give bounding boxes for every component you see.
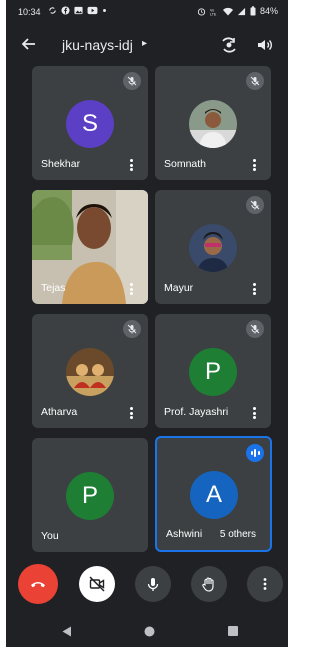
others-chip[interactable]: 5 others bbox=[211, 525, 264, 544]
mic-off-icon bbox=[246, 72, 264, 90]
more-options-button[interactable] bbox=[247, 566, 283, 602]
camera-toggle-button[interactable] bbox=[79, 566, 115, 602]
videocam-off-icon bbox=[89, 576, 105, 592]
avatar: P bbox=[189, 348, 237, 396]
phone-screen: 10:34 Vo LTE 84% jku-nays-idj ▸ S Shekhar bbox=[6, 0, 288, 647]
meeting-code[interactable]: jku-nays-idj bbox=[62, 37, 133, 53]
participant-name: Ashwini bbox=[166, 528, 203, 540]
more-vert-icon[interactable] bbox=[130, 283, 134, 295]
meeting-header: jku-nays-idj ▸ bbox=[6, 28, 288, 62]
avatar: P bbox=[66, 472, 114, 520]
participant-tile-shekhar[interactable]: S Shekhar bbox=[32, 66, 148, 180]
participant-name: You bbox=[41, 530, 59, 542]
more-vert-icon[interactable] bbox=[130, 407, 134, 419]
participant-tile-ashwini[interactable]: A Ashwini 5 others bbox=[155, 436, 272, 552]
wifi-icon bbox=[222, 7, 233, 15]
participant-tile-atharva[interactable]: Atharva bbox=[32, 314, 148, 428]
participant-name: Mayur bbox=[164, 282, 194, 294]
microphone-icon bbox=[147, 578, 159, 591]
avatar: S bbox=[66, 100, 114, 148]
participant-tile-tejas[interactable]: Tejas bbox=[32, 190, 148, 304]
sync-icon bbox=[49, 7, 56, 14]
avatar: A bbox=[190, 471, 238, 519]
end-call-button[interactable] bbox=[18, 564, 58, 604]
meeting-details-caret-icon[interactable]: ▸ bbox=[142, 38, 147, 49]
participant-tile-prof-jayashri[interactable]: P Prof. Jayashri bbox=[155, 314, 271, 428]
participant-name: Tejas bbox=[41, 282, 66, 294]
call-controls bbox=[6, 564, 288, 606]
raise-hand-icon bbox=[202, 577, 214, 592]
more-vert-icon[interactable] bbox=[253, 283, 257, 295]
status-bar: 10:34 Vo LTE 84% bbox=[6, 0, 288, 24]
nav-recents-icon[interactable] bbox=[228, 626, 238, 636]
nav-back-icon[interactable] bbox=[62, 626, 72, 637]
mic-off-icon bbox=[246, 196, 264, 214]
more-vert-icon bbox=[263, 578, 267, 590]
dot-icon bbox=[103, 9, 106, 12]
participant-name: Atharva bbox=[41, 406, 78, 418]
notification-icons bbox=[48, 6, 107, 15]
participant-tile-somnath[interactable]: Somnath bbox=[155, 66, 271, 180]
mic-off-icon bbox=[246, 320, 264, 338]
more-vert-icon[interactable] bbox=[253, 159, 257, 171]
mic-off-icon bbox=[123, 320, 141, 338]
gallery-icon bbox=[74, 6, 83, 15]
youtube-icon bbox=[87, 6, 98, 15]
system-icons: Vo LTE 84% bbox=[197, 6, 278, 16]
more-vert-icon[interactable] bbox=[253, 407, 257, 419]
raise-hand-button[interactable] bbox=[191, 566, 227, 602]
speaker-icon[interactable] bbox=[256, 36, 274, 54]
participant-tile-mayur[interactable]: Mayur bbox=[155, 190, 271, 304]
mic-off-icon bbox=[123, 72, 141, 90]
switch-camera-icon[interactable] bbox=[220, 36, 238, 54]
svg-text:LTE: LTE bbox=[210, 12, 217, 15]
participant-name: Shekhar bbox=[41, 158, 81, 170]
back-arrow-icon[interactable] bbox=[20, 36, 36, 52]
speaking-indicator-icon bbox=[246, 444, 264, 462]
signal-icon bbox=[237, 7, 246, 15]
more-vert-icon[interactable] bbox=[130, 159, 134, 171]
end-call-icon bbox=[31, 582, 45, 588]
participant-tile-you[interactable]: P You bbox=[32, 438, 148, 552]
facebook-icon bbox=[61, 6, 70, 15]
participant-name: Somnath bbox=[164, 158, 207, 170]
alarm-icon bbox=[197, 7, 206, 16]
avatar-photo bbox=[189, 100, 237, 148]
participant-name: Prof. Jayashri bbox=[164, 406, 229, 418]
status-time: 10:34 bbox=[18, 7, 41, 17]
avatar-photo bbox=[66, 348, 114, 396]
battery-icon bbox=[250, 6, 256, 16]
battery-level: 84% bbox=[259, 6, 278, 16]
nav-home-icon[interactable] bbox=[144, 626, 155, 637]
microphone-button[interactable] bbox=[135, 566, 171, 602]
volte-icon: VoLTE bbox=[210, 8, 217, 16]
system-navigation-bar bbox=[6, 620, 288, 647]
avatar-photo bbox=[189, 224, 237, 272]
